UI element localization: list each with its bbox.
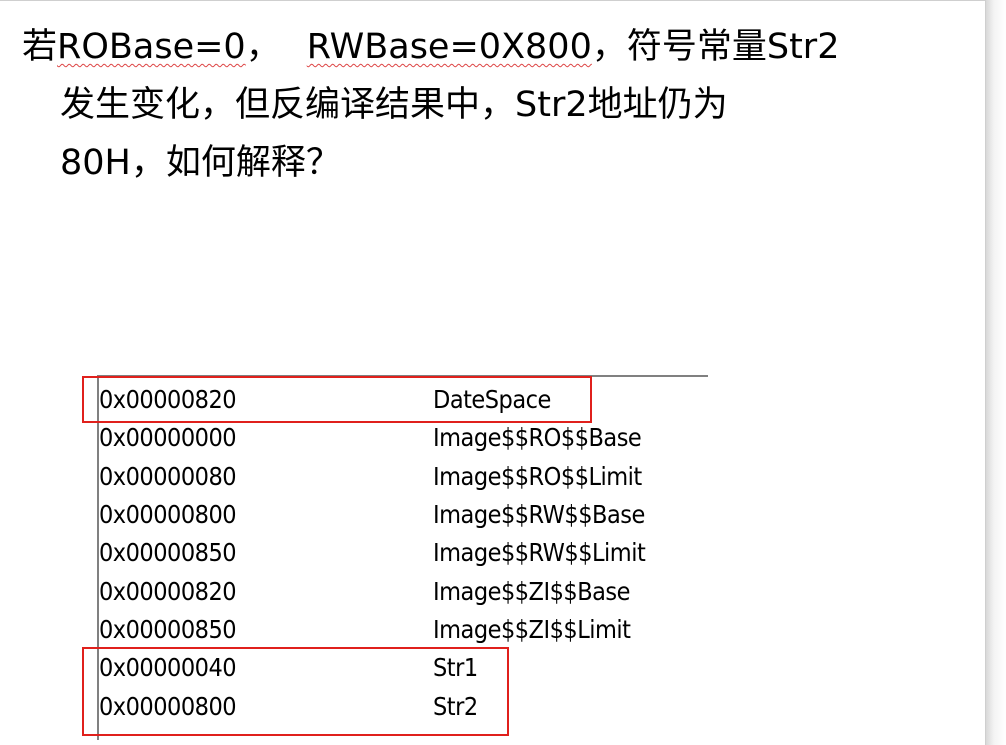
robase-term: ROBase=0 (57, 27, 246, 67)
slide-shadow (986, 0, 1006, 745)
table-row: 0x00000800 Image$$RW$$Base (82, 496, 708, 534)
symbol-address: 0x00000850 (99, 615, 237, 644)
symbol-address: 0x00000820 (99, 577, 237, 606)
question-text: 若ROBase=0， RWBase=0X800，符号常量Str2 发生变化，但反编… (22, 18, 972, 192)
table-row: 0x00000820 Image$$ZI$$Base (82, 573, 708, 611)
question-prefix: 若 (22, 27, 58, 67)
slide-border-top (0, 0, 985, 1)
table-row: 0x00000850 Image$$RW$$Limit (82, 534, 708, 572)
symbol-address: 0x00000800 (99, 500, 237, 529)
symbol-name: Image$$ZI$$Limit (433, 615, 631, 644)
symbol-name: Image$$RO$$Limit (433, 462, 642, 491)
question-line-2: 发生变化，但反编译结果中，Str2地址仍为 (60, 85, 728, 125)
question-separator: ， (245, 27, 281, 67)
symbol-name: Image$$RW$$Base (433, 500, 645, 529)
symbol-name: Image$$RO$$Base (433, 423, 642, 452)
symbol-name: Image$$RW$$Limit (433, 538, 646, 567)
question-line-3: 80H，如何解释？ (60, 143, 341, 183)
symbol-address: 0x00000080 (99, 462, 237, 491)
symbol-address: 0x00000850 (99, 538, 237, 567)
rwbase-term: RWBase=0X800 (306, 27, 592, 67)
symbol-address: 0x00000000 (99, 423, 237, 452)
question-line-1: 若ROBase=0， RWBase=0X800，符号常量Str2 (22, 18, 972, 76)
table-row: 0x00000000 Image$$RO$$Base (82, 419, 708, 457)
table-row: 0x00000850 Image$$ZI$$Limit (82, 611, 708, 649)
symbol-table: 0x00000820 DateSpace 0x00000000 Image$$R… (82, 375, 708, 740)
highlight-box-datespace (82, 376, 592, 423)
table-row: 0x00000080 Image$$RO$$Limit (82, 458, 708, 496)
question-line-1-rest: ，符号常量Str2 (591, 27, 840, 67)
highlight-box-str-symbols (82, 647, 509, 736)
symbol-name: Image$$ZI$$Base (433, 577, 630, 606)
